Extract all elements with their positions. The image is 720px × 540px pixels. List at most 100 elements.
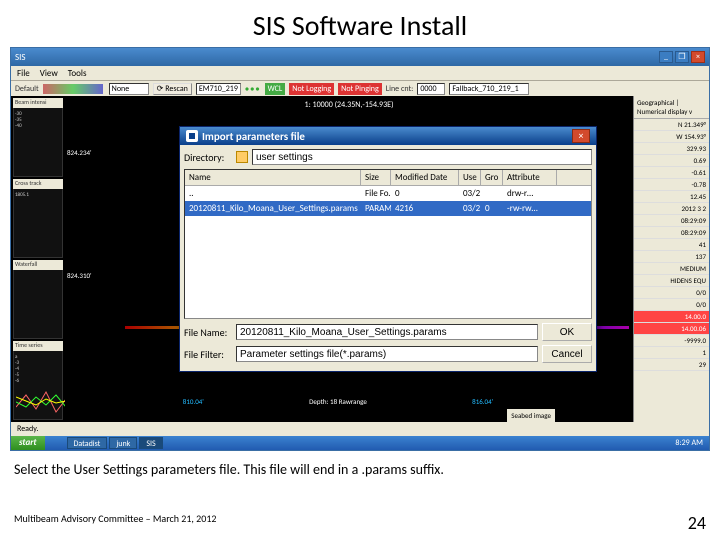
filter-label: File Filter: [184,348,232,361]
coord-l2: 824.310' [67,271,92,280]
taskbar-item-sis[interactable]: SIS [139,437,162,449]
stat-row: 2012 3 2 [634,203,709,215]
panel-title: Time series [13,341,63,351]
directory-input[interactable] [252,149,592,165]
right-panel-title: Geographical | Numerical display v [634,96,709,119]
menu-file[interactable]: File [17,68,30,79]
panel-title: Cross track [13,179,63,189]
taskbar: start Datadist junk SIS 8:29 AM [11,436,709,450]
start-button[interactable]: start [11,436,45,450]
toolbar: Default None ⟳ Rescan EM710_219 ●●● WCL … [11,80,709,96]
left-panel: Beam intensi-30 -35 -40 Cross track 1805.… [11,96,65,422]
axis-text: -30 -35 -40 [15,111,22,129]
app-title: SIS [15,52,659,63]
rescan-button[interactable]: ⟳ Rescan [153,83,192,95]
stat-row: 08:29:09 [634,227,709,239]
stat-row: 137 [634,251,709,263]
filename-label: File Name: [184,326,232,339]
dialog-close-button[interactable]: × [572,129,590,143]
taskbar-item-junk[interactable]: junk [109,437,137,449]
status-dots-icon: ●●● [245,84,261,93]
depth-label: Depth: 18 Rawrange [266,397,411,406]
file-list[interactable]: NameSizeModified DateUseGroAttribute ..F… [184,169,592,319]
stat-row: 329.93 [634,143,709,155]
filter-input[interactable] [236,346,538,362]
stat-row: 0/0 [634,287,709,299]
window-controls: _ ❐ × [659,51,705,63]
column-header[interactable]: Gro [481,170,503,185]
column-header[interactable]: Use [459,170,481,185]
minimize-button[interactable]: _ [659,51,673,63]
taskbar-item-datadist[interactable]: Datadist [67,437,108,449]
tick: 810.04' [121,397,266,406]
fallback-box[interactable]: Fallback_710_219_1 [449,83,529,95]
panel-waterfall: Waterfall [13,260,63,339]
badge-not-logging: Not Logging [289,83,334,95]
badge-not-pinging: Not Pinging [338,83,382,95]
right-panel: Geographical | Numerical display v N 21.… [633,96,709,422]
maximize-button[interactable]: ❐ [675,51,689,63]
slide-caption: Select the User Settings parameters file… [0,451,720,482]
badge-wcl: WCL [265,83,286,95]
bottom-axis: 810.04' Depth: 18 Rawrange 816.04' [121,394,555,408]
footer-text: Multibeam Advisory Committee – March 21,… [14,512,216,534]
stat-row: 08:29:09 [634,215,709,227]
stat-row: HIDENS EQU [634,275,709,287]
panel-title: Waterfall [13,260,63,270]
directory-label: Directory: [184,151,232,164]
cancel-button[interactable]: Cancel [542,345,592,363]
menubar: File View Tools [11,66,709,80]
dialog-titlebar: Import parameters file × [180,127,596,145]
toolbar-icons[interactable] [43,84,103,94]
line-cnt-label: Line cnt: [386,84,414,94]
page-number: 24 [688,512,706,534]
panel-time-series: Time series a -3 -4 -5 -6 [13,341,63,420]
dialog-title: Import parameters file [202,130,572,143]
line-cnt-value: 0000 [417,83,445,95]
stat-row: N 21.349° [634,119,709,131]
stat-row: 12.45 [634,191,709,203]
axis-text: a -3 -4 -5 -6 [15,354,19,384]
app-window: SIS _ ❐ × File View Tools Default None ⟳… [10,47,710,451]
stat-row: 41 [634,239,709,251]
slide-footer: Multibeam Advisory Committee – March 21,… [0,512,720,534]
stat-row: -0.78 [634,179,709,191]
dialog-body: Directory: NameSizeModified DateUseGroAt… [180,145,596,371]
stat-row: 0/0 [634,299,709,311]
file-row[interactable]: 20120811_Kilo_Moana_User_Settings.params… [185,201,591,216]
right-rows: N 21.349°W 154.93°329.930.69-0.61-0.7812… [634,119,709,371]
stat-row: MEDIUM [634,263,709,275]
coord-readout: 1: 10000 (24.35N,-154.93E) [305,100,394,110]
app-titlebar: SIS _ ❐ × [11,48,709,66]
column-header[interactable]: Attribute [503,170,557,185]
close-button[interactable]: × [691,51,705,63]
file-row[interactable]: ..File Fo…003/21/2012…drw-r… [185,186,591,201]
rescan-label: Rescan [165,84,188,94]
seabed-label: Seabed image [507,409,555,422]
stat-row: 14.00.06 [634,323,709,335]
stat-row: 0.69 [634,155,709,167]
tb-dropdown-none[interactable]: None [109,83,149,95]
stat-row: 29 [634,359,709,371]
menu-tools[interactable]: Tools [68,68,87,79]
wave-icon [16,387,66,417]
ok-button[interactable]: OK [542,323,592,341]
filename-input[interactable] [236,324,538,340]
stat-row: -0.61 [634,167,709,179]
column-header[interactable]: Size [361,170,391,185]
taskbar-clock: 8:29 AM [669,438,709,448]
axis-text: 1805.1 [15,192,29,198]
coord-l1: 824.234' [67,148,92,157]
statusbar: Ready. [11,422,709,436]
file-list-header: NameSizeModified DateUseGroAttribute [185,170,591,186]
panel-cross-track: Cross track 1805.1 [13,179,63,258]
column-header[interactable]: Modified Date [391,170,459,185]
slide-title: SIS Software Install [0,0,720,47]
stat-row: W 154.93° [634,131,709,143]
survey-box[interactable]: EM710_219 [196,83,241,95]
column-header[interactable]: Name [185,170,361,185]
import-dialog: Import parameters file × Directory: Name… [179,126,597,372]
panel-beam-intensity: Beam intensi-30 -35 -40 [13,98,63,177]
stat-row: 14.00.0 [634,311,709,323]
menu-view[interactable]: View [40,68,58,79]
